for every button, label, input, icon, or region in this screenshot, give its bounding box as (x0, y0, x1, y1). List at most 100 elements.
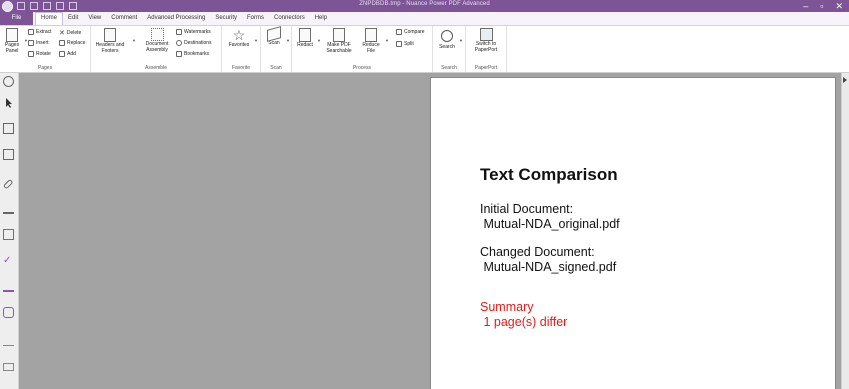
favorites-dropdown[interactable]: ▼ (254, 38, 258, 43)
signature-icon[interactable] (3, 203, 14, 214)
pages-thumbnail-icon[interactable] (3, 123, 14, 134)
menu-bar: File Home Edit View Comment Advanced Pro… (0, 12, 849, 26)
star-icon: ☆ (232, 27, 246, 43)
document-icon[interactable] (3, 149, 14, 160)
destinations-button[interactable]: Destinations (176, 40, 212, 46)
pages-panel-button[interactable]: Pages Panel (2, 28, 22, 54)
changed-document-file: Mutual-NDA_signed.pdf (480, 260, 617, 274)
window-title: ZNPDBDB.tmp - Nuance Power PDF Advanced (359, 1, 490, 7)
tab-forms[interactable]: Forms (242, 12, 269, 25)
switch-to-paperport-button[interactable]: Switch to PaperPort (469, 28, 503, 53)
reduce-file-dropdown[interactable]: ▼ (385, 38, 389, 43)
expand-panel-arrow-icon[interactable] (843, 77, 847, 83)
tab-comment[interactable]: Comment (106, 12, 142, 25)
lock-icon[interactable] (3, 307, 14, 318)
tab-connectors[interactable]: Connectors (269, 12, 310, 25)
reduce-file-button[interactable]: Reduce File (358, 28, 384, 54)
delete-icon: ✕ (59, 30, 65, 37)
summary-label: Summary (480, 300, 534, 314)
process-group-label: Process (352, 65, 372, 71)
pages-group: Pages Panel ▼ Extract ✕ Delete Insert Rep… (0, 26, 91, 72)
headers-footers-button[interactable]: Headers and Footers (93, 28, 127, 54)
close-button[interactable]: ✕ (835, 0, 843, 12)
replace-button[interactable]: Replace (59, 40, 85, 46)
title-bar: ZNPDBDB.tmp - Nuance Power PDF Advanced … (0, 0, 849, 12)
assemble-group: Headers and Footers ▼ Document Assembly … (91, 26, 222, 72)
stamp-icon[interactable] (3, 281, 14, 292)
compare-button[interactable]: Compare (396, 29, 425, 35)
rotate-button[interactable]: Rotate (28, 51, 51, 57)
favorite-group-label: Favorite (231, 65, 251, 71)
insert-button[interactable]: Insert (28, 40, 49, 46)
document-page: Text Comparison Initial Document: Mutual… (431, 78, 835, 389)
searchable-pdf-icon (333, 28, 345, 42)
headers-footers-icon (104, 28, 116, 42)
split-button[interactable]: Split (396, 41, 414, 47)
right-scrollbar[interactable] (841, 73, 849, 389)
summary-text: 1 page(s) differ (480, 315, 568, 329)
paperport-group: Switch to PaperPort PaperPort (466, 26, 507, 72)
ribbon: Pages Panel ▼ Extract ✕ Delete Insert Rep… (0, 26, 849, 73)
search-group-label: Search (441, 65, 457, 71)
process-group: Redact ▼ Make PDF Searchable Reduce File… (292, 26, 433, 72)
scan-group-label: Scan (270, 65, 282, 71)
paperport-group-label: PaperPort (474, 65, 498, 71)
watermarks-icon (176, 29, 182, 35)
select-tool-icon[interactable] (3, 95, 14, 108)
document-assembly-icon (150, 28, 164, 41)
tab-view[interactable]: View (83, 12, 106, 25)
document-assembly-button[interactable]: Document Assembly (140, 28, 174, 53)
tab-security[interactable]: Security (210, 12, 242, 25)
extract-button[interactable]: Extract (28, 29, 52, 35)
search-dropdown[interactable]: ▼ (459, 38, 463, 43)
make-pdf-searchable-button[interactable]: Make PDF Searchable (322, 28, 356, 54)
extract-icon (28, 29, 34, 35)
tab-help[interactable]: Help (310, 12, 332, 25)
scan-group: Scan ▼ Scan (261, 26, 292, 72)
delete-button[interactable]: ✕ Delete (59, 29, 81, 37)
search-icon (441, 30, 453, 42)
compare-icon (396, 29, 402, 35)
pages-group-label: Pages (37, 65, 53, 71)
headers-footers-dropdown[interactable]: ▼ (132, 38, 136, 43)
search-button[interactable]: Search (436, 28, 458, 51)
form-checkbox-icon[interactable] (3, 229, 14, 240)
watermarks-button[interactable]: Watermarks (176, 29, 211, 35)
page-title: Text Comparison (480, 165, 618, 184)
scan-dropdown[interactable]: ▼ (286, 38, 290, 43)
replace-icon (59, 40, 65, 46)
checkmark-icon[interactable]: ✓ (3, 255, 14, 266)
attachment-icon[interactable] (3, 177, 14, 189)
minimize-button[interactable]: – (803, 0, 808, 12)
sign-document-icon[interactable] (3, 335, 14, 346)
assemble-group-label: Assemble (145, 65, 167, 71)
bookmarks-button[interactable]: Bookmarks (176, 51, 209, 57)
document-workspace[interactable]: Text Comparison Initial Document: Mutual… (19, 73, 841, 389)
redact-icon (299, 28, 311, 42)
hand-tool-icon[interactable] (3, 76, 14, 87)
rotate-icon (28, 51, 34, 57)
changed-document-label: Changed Document: (480, 245, 595, 259)
tab-home[interactable]: Home (35, 12, 64, 25)
favorites-button[interactable]: ☆ Favorites (225, 28, 253, 49)
favorite-group: ☆ Favorites ▼ Favorite (222, 26, 261, 72)
redact-button[interactable]: Redact (294, 28, 316, 49)
pages-panel-icon (6, 28, 18, 42)
left-toolbar: ✓ (0, 73, 19, 389)
bookmarks-icon (176, 51, 182, 57)
search-group: Search ▼ Search (433, 26, 466, 72)
reduce-file-icon (365, 28, 377, 42)
destinations-icon (176, 40, 182, 46)
add-button[interactable]: Add (59, 51, 76, 57)
file-menu[interactable]: File (0, 12, 33, 25)
tab-advanced-processing[interactable]: Advanced Processing (142, 12, 210, 25)
initial-document-file: Mutual-NDA_original.pdf (480, 217, 620, 231)
tab-edit[interactable]: Edit (63, 12, 83, 25)
add-page-icon (59, 51, 65, 57)
split-icon (396, 41, 402, 47)
envelope-icon[interactable] (3, 363, 14, 371)
scan-button[interactable]: Scan (263, 26, 285, 47)
insert-icon (28, 40, 34, 46)
restore-button[interactable]: ▫ (820, 0, 823, 12)
redact-dropdown[interactable]: ▼ (317, 38, 321, 43)
